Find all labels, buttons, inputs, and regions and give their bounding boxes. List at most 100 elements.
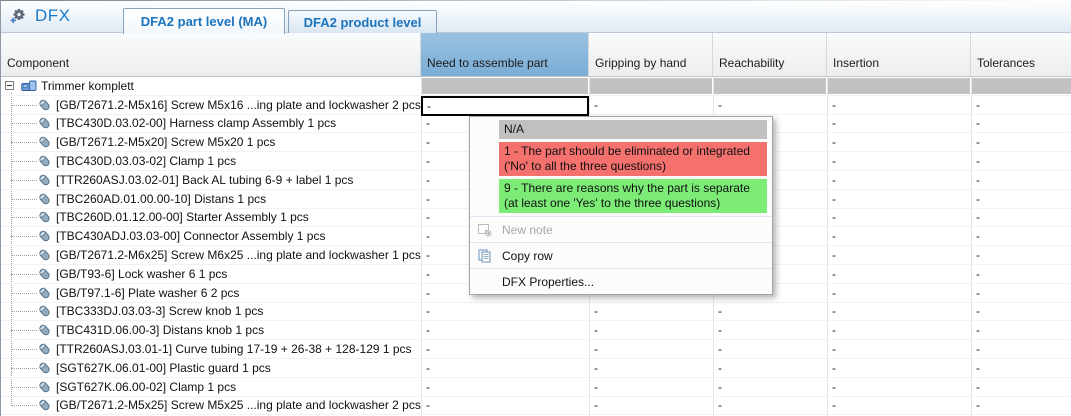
cell-insertion[interactable]: - xyxy=(827,246,971,264)
component-label[interactable]: [GB/T93-6] Lock washer 6 1 pcs xyxy=(56,267,227,281)
column-header-gripping-by-hand[interactable]: Gripping by hand xyxy=(589,33,713,76)
cell-reachability[interactable]: - xyxy=(713,321,827,339)
column-header-label: Need to assemble part xyxy=(427,56,548,70)
cell-gripping-by-hand[interactable]: - xyxy=(589,397,713,415)
cell-need-to-assemble-part[interactable]: - xyxy=(421,378,589,396)
cell-tolerances[interactable]: - xyxy=(971,171,1071,189)
component-label[interactable]: [TBC260D.01.12.00-00] Starter Assembly 1… xyxy=(56,210,309,224)
column-header-label: Component xyxy=(7,56,69,70)
menu-option-na[interactable]: N/A xyxy=(499,120,767,139)
cell-tolerances[interactable]: - xyxy=(971,209,1071,227)
cell-tolerances[interactable]: - xyxy=(971,265,1071,283)
cell-insertion[interactable]: - xyxy=(827,321,971,339)
cell-insertion[interactable]: - xyxy=(827,133,971,151)
column-header-insertion[interactable]: Insertion xyxy=(827,33,971,76)
cell-tolerances[interactable]: - xyxy=(971,340,1071,358)
cell-reachability[interactable]: - xyxy=(713,359,827,377)
cell-need-to-assemble-part[interactable]: - xyxy=(421,303,589,321)
cell-insertion[interactable]: - xyxy=(827,96,971,114)
cell-insertion[interactable]: - xyxy=(827,115,971,133)
cell-need-to-assemble-part[interactable]: - xyxy=(421,340,589,358)
cell-tolerances[interactable]: - xyxy=(971,397,1071,415)
cell-need-to-assemble-part[interactable]: - xyxy=(421,397,589,415)
menu-action-dfx-properties[interactable]: DFX Properties... xyxy=(470,270,772,293)
cell-gripping-by-hand[interactable]: - xyxy=(589,359,713,377)
cell-reachability[interactable]: - xyxy=(713,397,827,415)
part-icon xyxy=(38,155,51,168)
cell-insertion[interactable]: - xyxy=(827,359,971,377)
tab-dfa2-product-level[interactable]: DFA2 product level xyxy=(288,10,437,33)
cell-gripping-by-hand[interactable]: - xyxy=(589,321,713,339)
cell-tolerances[interactable]: - xyxy=(971,378,1071,396)
component-label[interactable]: [TBC431D.06.00-3] Distans knob 1 pcs xyxy=(56,323,264,337)
cell-gripping-by-hand[interactable]: - xyxy=(589,96,713,114)
cell-reachability[interactable]: - xyxy=(713,378,827,396)
part-icon xyxy=(38,399,51,412)
column-header-tolerances[interactable]: Tolerances xyxy=(971,33,1071,76)
component-label[interactable]: [TBC430D.03.02-00] Harness clamp Assembl… xyxy=(56,116,336,130)
cell-tolerances[interactable]: - xyxy=(971,321,1071,339)
cell-insertion[interactable]: - xyxy=(827,303,971,321)
component-label[interactable]: [GB/T2671.2-M5x20] Screw M5x20 1 pcs xyxy=(56,135,275,149)
component-label[interactable]: [TBC260AD.01.00.00-10] Distans 1 pcs xyxy=(56,192,266,206)
cell-insertion[interactable]: - xyxy=(827,171,971,189)
cell-insertion[interactable]: - xyxy=(827,397,971,415)
cell-tolerances[interactable]: - xyxy=(971,115,1071,133)
component-label[interactable]: Trimmer komplett xyxy=(41,79,134,93)
component-label[interactable]: [TBC333DJ.03.03-3] Screw knob 1 pcs xyxy=(56,304,263,318)
cell-insertion[interactable]: - xyxy=(827,284,971,302)
cell-reachability[interactable]: - xyxy=(713,96,827,114)
component-label[interactable]: [TBC430ADJ.03.03-00] Connector Assembly … xyxy=(56,229,325,243)
component-label[interactable]: [GB/T97.1-6] Plate washer 6 2 pcs xyxy=(56,286,239,300)
component-label[interactable]: [GB/T2671.2-M6x25] Screw M6x25 ...ing pl… xyxy=(56,248,421,262)
cell-tolerances[interactable]: - xyxy=(971,152,1071,170)
component-label[interactable]: [TTR260ASJ.03.02-01] Back AL tubing 6-9 … xyxy=(56,173,353,187)
cell-need-to-assemble-part[interactable]: - xyxy=(421,359,589,377)
menu-option-1[interactable]: 1 - The part should be eliminated or int… xyxy=(499,142,767,176)
cell-tolerances[interactable]: - xyxy=(971,227,1071,245)
tab-dfa2-part-level[interactable]: DFA2 part level (MA) xyxy=(123,8,285,34)
component-label[interactable]: [SGT627K.06.01-00] Plastic guard 1 pcs xyxy=(56,361,271,375)
cell-tolerances[interactable]: - xyxy=(971,359,1071,377)
component-label[interactable]: [GB/T2671.2-M5x25] Screw M5x25 ...ing pl… xyxy=(56,398,421,412)
collapse-expander-icon[interactable] xyxy=(5,81,14,90)
cell-reachability[interactable]: - xyxy=(713,303,827,321)
cell-insertion[interactable]: - xyxy=(827,378,971,396)
cell-reachability[interactable]: - xyxy=(713,340,827,358)
cell-tolerances[interactable]: - xyxy=(971,303,1071,321)
menu-action-copy-row[interactable]: Copy row xyxy=(470,244,772,267)
cell-insertion[interactable]: - xyxy=(827,209,971,227)
column-header-row: Component Need to assemble part Gripping b… xyxy=(1,33,1071,77)
cell-tolerances[interactable]: - xyxy=(971,96,1071,114)
tree-connector xyxy=(11,349,37,350)
menu-option-9[interactable]: 9 - There are reasons why the part is se… xyxy=(499,179,767,213)
cell-insertion[interactable]: - xyxy=(827,265,971,283)
cell-disabled xyxy=(422,78,588,94)
focused-cell-editor[interactable]: - xyxy=(421,96,589,116)
column-header-component[interactable]: Component xyxy=(1,33,421,76)
column-header-label: Reachability xyxy=(719,56,784,70)
cell-insertion[interactable]: - xyxy=(827,340,971,358)
column-header-reachability[interactable]: Reachability xyxy=(713,33,827,76)
component-label[interactable]: [SGT627K.06.00-02] Clamp 1 pcs xyxy=(56,380,236,394)
cell-insertion[interactable]: - xyxy=(827,152,971,170)
part-icon xyxy=(38,380,51,393)
cell-gripping-by-hand[interactable]: - xyxy=(589,340,713,358)
column-header-need-to-assemble-part[interactable]: Need to assemble part xyxy=(421,33,589,76)
cell-need-to-assemble-part[interactable]: - xyxy=(421,321,589,339)
cell-tolerances[interactable]: - xyxy=(971,284,1071,302)
app-title: DFX xyxy=(35,6,71,26)
cell-insertion[interactable]: - xyxy=(827,227,971,245)
menu-action-new-note[interactable]: New note xyxy=(470,218,772,241)
cell-tolerances[interactable]: - xyxy=(971,133,1071,151)
cell-insertion[interactable]: - xyxy=(827,190,971,208)
cell-tolerances[interactable]: - xyxy=(971,246,1071,264)
component-label[interactable]: [TTR260ASJ.03.01-1] Curve tubing 17-19 +… xyxy=(56,342,412,356)
cell-tolerances[interactable]: - xyxy=(971,190,1071,208)
cell-gripping-by-hand[interactable]: - xyxy=(589,378,713,396)
component-label[interactable]: [TBC430D.03.03-02] Clamp 1 pcs xyxy=(56,154,236,168)
component-label[interactable]: [GB/T2671.2-M5x16] Screw M5x16 ...ing pl… xyxy=(56,98,421,112)
menu-separator xyxy=(470,268,772,269)
cell-gripping-by-hand[interactable]: - xyxy=(589,303,713,321)
table-row: [SGT627K.06.01-00] Plastic guard 1 pcs--… xyxy=(1,359,1071,378)
